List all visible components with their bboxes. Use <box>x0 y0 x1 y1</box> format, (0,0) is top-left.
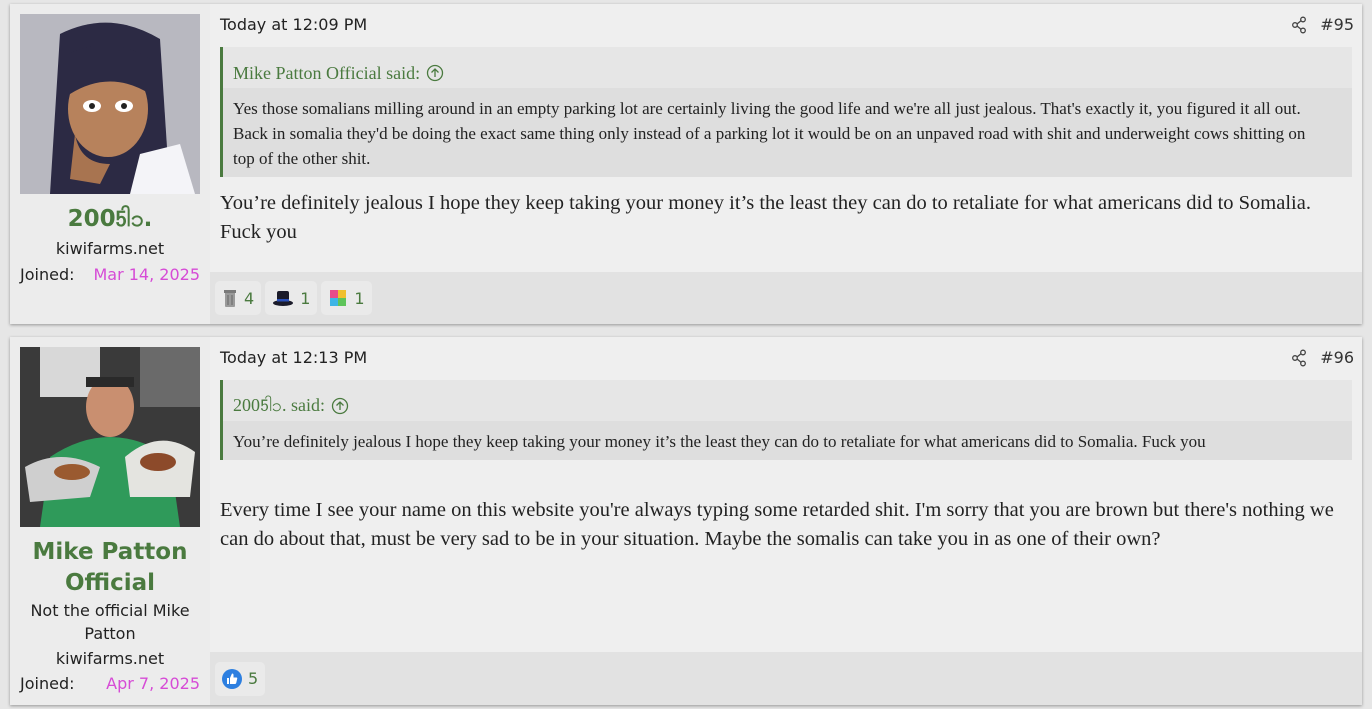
reaction-count: 4 <box>244 288 255 308</box>
quote-header[interactable]: 2005ါ၁. said: <box>223 380 1352 421</box>
user-info: Mike Patton Official Not the official Mi… <box>10 337 210 705</box>
thumbs-up-icon <box>222 668 242 689</box>
trash-can-icon <box>224 290 236 307</box>
post-message: Every time I see your name on this websi… <box>220 499 1334 550</box>
post-timestamp[interactable]: Today at 12:13 PM <box>220 348 367 367</box>
post-timestamp[interactable]: Today at 12:09 PM <box>220 15 367 34</box>
share-icon[interactable] <box>1291 349 1307 367</box>
top-hat-icon <box>273 291 294 306</box>
post-message: You’re definitely jealous I hope they ke… <box>220 192 1311 243</box>
user-info: 2005ါ၁. kiwifarms.net Joined: Mar 14, 20… <box>10 4 210 324</box>
joined-date: Apr 7, 2025 <box>106 674 200 693</box>
reaction-like[interactable]: 5 <box>215 661 266 696</box>
joined-row: Joined: Mar 14, 2025 <box>20 265 200 285</box>
quote-author[interactable]: 2005ါ၁. said: <box>233 393 325 420</box>
joined-date: Mar 14, 2025 <box>93 265 200 284</box>
reaction-count: 5 <box>248 669 259 688</box>
joined-row: Joined: Apr 7, 2025 <box>20 674 200 694</box>
post-95: 2005ါ၁. kiwifarms.net Joined: Mar 14, 20… <box>10 4 1362 324</box>
user-site: kiwifarms.net <box>55 649 165 668</box>
reaction-puzzle[interactable]: 1 <box>321 281 372 315</box>
user-site: kiwifarms.net <box>55 239 165 258</box>
post-main: Today at 12:13 PM #96 2005ါ၁. said: You’… <box>210 337 1362 705</box>
avatar[interactable] <box>20 347 200 527</box>
reaction-bar: 5 <box>210 652 1362 705</box>
quote-author[interactable]: Mike Patton Official said: <box>233 63 420 84</box>
post-number[interactable]: #96 <box>1320 348 1354 367</box>
quote-text: Yes those somalians milling around in an… <box>223 88 1352 177</box>
reaction-trash[interactable]: 4 <box>215 281 262 315</box>
puzzle-piece-icon <box>330 290 347 306</box>
quote-text: You’re definitely jealous I hope they ke… <box>223 421 1352 460</box>
post-number[interactable]: #95 <box>1320 15 1354 34</box>
arrow-up-circle-icon[interactable] <box>426 64 444 82</box>
avatar[interactable] <box>20 14 200 194</box>
reaction-top-hat[interactable]: 1 <box>265 281 318 315</box>
post-96: Mike Patton Official Not the official Mi… <box>10 337 1362 705</box>
username[interactable]: 2005ါ၁. <box>10 204 210 235</box>
reaction-bar: 4 1 1 <box>210 272 1362 324</box>
post-main: Today at 12:09 PM #95 Mike Patton Offici… <box>210 4 1362 324</box>
joined-label: Joined: <box>20 674 75 693</box>
joined-label: Joined: <box>20 265 75 284</box>
reaction-count: 1 <box>300 288 311 308</box>
quote-block: Mike Patton Official said: Yes those som… <box>220 47 1352 177</box>
arrow-up-circle-icon[interactable] <box>331 397 349 415</box>
username[interactable]: Mike Patton Official <box>10 537 210 599</box>
quote-block: 2005ါ၁. said: You’re definitely jealous … <box>220 380 1352 460</box>
quote-header[interactable]: Mike Patton Official said: <box>223 47 1352 88</box>
reaction-count: 1 <box>354 288 365 308</box>
share-icon[interactable] <box>1291 16 1307 34</box>
user-title: Not the official Mike Patton <box>30 601 190 643</box>
